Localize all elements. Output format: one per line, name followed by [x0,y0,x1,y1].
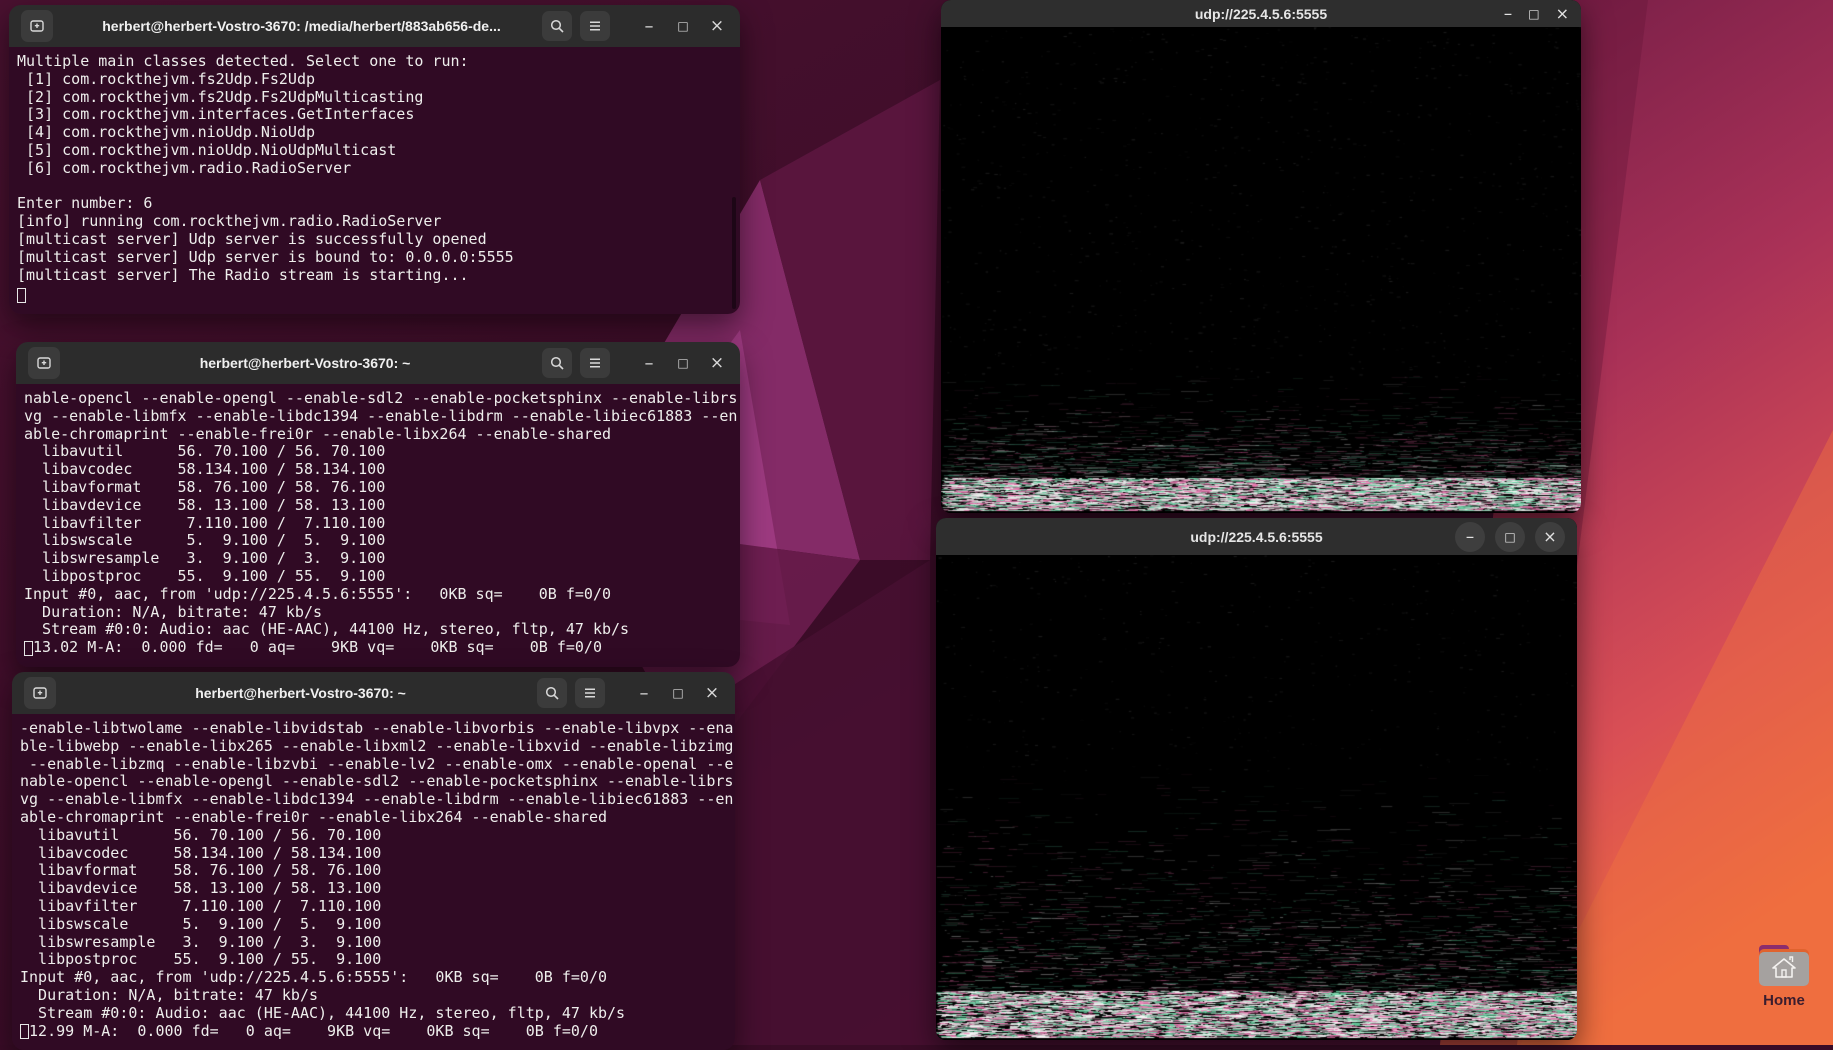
terminal-window-3: herbert@herbert-Vostro-3670: ~ – □ × -en… [12,672,735,1050]
search-icon [544,685,560,701]
scrollbar[interactable] [732,197,736,309]
new-tab-icon [32,685,48,701]
window-title: udp://225.4.5.6:5555 [941,0,1581,27]
search-button[interactable] [542,11,572,41]
minimize-button[interactable]: – [636,348,662,378]
menu-button[interactable] [580,11,610,41]
new-tab-icon [36,355,52,371]
close-button[interactable]: × [699,678,725,708]
search-icon [549,355,565,371]
new-tab-button[interactable] [28,347,60,379]
titlebar[interactable]: herbert@herbert-Vostro-3670: /media/herb… [9,5,740,47]
new-tab-button[interactable] [24,677,56,709]
terminal-cursor [24,641,33,656]
desktop-icon-label: Home [1763,992,1805,1009]
hamburger-menu-icon [582,686,598,700]
terminal-window-1: herbert@herbert-Vostro-3670: /media/herb… [9,5,740,314]
close-button[interactable]: × [1556,4,1569,23]
titlebar[interactable]: herbert@herbert-Vostro-3670: ~ – □ × [12,672,735,714]
menu-button[interactable] [575,678,605,708]
maximize-button[interactable]: □ [1528,7,1539,21]
minimize-button[interactable]: – [631,678,657,708]
video-content[interactable] [941,27,1581,513]
search-button[interactable] [537,678,567,708]
maximize-button[interactable]: □ [665,678,691,708]
terminal-output[interactable]: -enable-libtwolame --enable-libvidstab -… [12,714,735,1050]
hamburger-menu-icon [587,356,603,370]
minimize-button[interactable]: – [1455,522,1485,552]
window-title: herbert@herbert-Vostro-3670: /media/herb… [61,18,542,34]
minimize-button[interactable]: – [1504,4,1513,24]
close-button[interactable]: × [704,348,730,378]
titlebar[interactable]: udp://225.4.5.6:5555 – □ × [941,0,1581,27]
search-icon [549,18,565,34]
video-content[interactable] [936,555,1577,1040]
maximize-button[interactable]: □ [670,348,696,378]
video-player-window-2: udp://225.4.5.6:5555 – □ × [936,518,1577,1040]
new-tab-button[interactable] [21,10,53,42]
terminal-cursor [20,1024,29,1039]
terminal-output[interactable]: Multiple main classes detected. Select o… [9,47,740,314]
window-title: herbert@herbert-Vostro-3670: ~ [64,685,537,701]
terminal-output[interactable]: nable-opencl --enable-opengl --enable-sd… [16,384,740,667]
home-folder-desktop-icon[interactable]: Home [1748,942,1820,1009]
close-button[interactable]: × [1535,522,1565,552]
search-button[interactable] [542,348,572,378]
titlebar[interactable]: herbert@herbert-Vostro-3670: ~ – □ × [16,342,740,384]
new-tab-icon [29,18,45,34]
titlebar[interactable]: udp://225.4.5.6:5555 – □ × [936,518,1577,555]
minimize-button[interactable]: – [636,11,662,41]
video-player-window-1: udp://225.4.5.6:5555 – □ × [941,0,1581,513]
window-title: herbert@herbert-Vostro-3670: ~ [68,355,542,371]
terminal-window-2: herbert@herbert-Vostro-3670: ~ – □ × nab… [16,342,740,667]
home-folder-icon [1757,942,1811,988]
close-button[interactable]: × [704,11,730,41]
maximize-button[interactable]: □ [670,11,696,41]
menu-button[interactable] [580,348,610,378]
hamburger-menu-icon [587,19,603,33]
maximize-button[interactable]: □ [1495,522,1525,552]
terminal-cursor [17,288,26,303]
